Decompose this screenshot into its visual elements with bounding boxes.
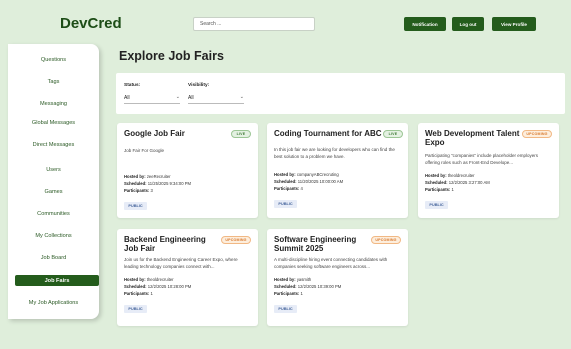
page-title: Explore Job Fairs <box>119 49 224 63</box>
chevron-down-icon: ⌄ <box>239 94 244 100</box>
visibility-chip: PUBLIC <box>425 201 448 209</box>
search-input[interactable] <box>193 17 315 31</box>
hosted-by: Hosted by: yasmith <box>274 277 312 282</box>
scheduled-date: Scheduled: 12/2/2025 3:27:00 AM <box>425 180 490 185</box>
sidebar-item-job-fairs[interactable]: Job Fairs <box>15 275 99 286</box>
job-fair-card[interactable]: Web Development Talent Expo UPCOMING Par… <box>418 123 559 218</box>
job-fair-title[interactable]: Google Job Fair <box>124 129 222 138</box>
status-badge: LIVE <box>383 130 403 138</box>
sidebar-item-communities[interactable]: Communities <box>8 211 99 217</box>
scheduled-date: Scheduled: 12/2/2025 10:39:00 PM <box>274 284 342 289</box>
hosted-by: Hosted by: zeeRecruiter <box>124 174 171 179</box>
sidebar: Questions Tags Messaging Global Messages… <box>8 44 99 319</box>
status-badge: UPCOMING <box>221 236 251 244</box>
participants-count: Participants: 3 <box>124 188 153 193</box>
status-filter-select[interactable]: All ⌄ <box>124 92 180 104</box>
job-fair-card[interactable]: Backend Engineering Job Fair UPCOMING Jo… <box>117 229 258 326</box>
participants-count: Participants: 1 <box>274 291 303 296</box>
job-fair-title[interactable]: Coding Tournament for ABC <box>274 129 389 138</box>
hosted-by: Hosted by: theoldrecruiter <box>124 277 174 282</box>
status-badge: UPCOMING <box>371 236 401 244</box>
job-fair-title[interactable]: Web Development Talent Expo <box>425 129 523 147</box>
job-fair-title[interactable]: Backend Engineering Job Fair <box>124 235 222 253</box>
visibility-chip: PUBLIC <box>274 200 297 208</box>
participants-count: Participants: 1 <box>124 291 153 296</box>
sidebar-item-users[interactable]: Users <box>8 167 99 173</box>
job-fair-card[interactable]: Coding Tournament for ABC LIVE In this j… <box>267 123 408 218</box>
filter-panel: Status: All ⌄ Visibility: All ⌄ <box>116 73 565 114</box>
visibility-chip: PUBLIC <box>124 305 147 313</box>
participants-count: Participants: 4 <box>274 186 303 191</box>
job-fair-card[interactable]: Google Job Fair LIVE Job Fair For Google… <box>117 123 258 218</box>
status-filter-value: All <box>124 94 130 101</box>
sidebar-item-questions[interactable]: Questions <box>8 57 99 63</box>
view-profile-button[interactable]: View Profile <box>492 17 536 31</box>
scheduled-date: Scheduled: 12/2/2025 10:28:00 PM <box>124 284 192 289</box>
sidebar-item-direct-messages[interactable]: Direct Messages <box>8 142 99 148</box>
visibility-chip: PUBLIC <box>124 202 147 210</box>
sidebar-item-games[interactable]: Games <box>8 189 99 195</box>
sidebar-item-job-board[interactable]: Job Board <box>8 255 99 261</box>
job-fair-description: Job Fair For Google <box>124 148 165 153</box>
job-fair-card[interactable]: Software Engineering Summit 2025 UPCOMIN… <box>267 229 408 326</box>
sidebar-item-tags[interactable]: Tags <box>8 79 99 85</box>
job-fair-description: In this job fair we are looking for deve… <box>274 147 395 159</box>
visibility-filter-label: Visibility: <box>188 83 210 88</box>
app-logo[interactable]: DevCred <box>60 15 122 32</box>
hosted-by: Hosted by: companyABCrecruting <box>274 172 339 177</box>
hosted-by: Hosted by: theoldrecruiter <box>425 173 475 178</box>
sidebar-item-my-collections[interactable]: My Collections <box>8 233 99 239</box>
status-badge: LIVE <box>231 130 251 138</box>
sidebar-item-messaging[interactable]: Messaging <box>8 101 99 107</box>
sidebar-item-global-messages[interactable]: Global Messages <box>8 120 99 126</box>
visibility-chip: PUBLIC <box>274 305 297 313</box>
scheduled-date: Scheduled: 11/20/2025 10:00:00 AM <box>274 179 344 184</box>
job-fair-description: Join us for the Backend Engineering Care… <box>124 257 238 269</box>
top-bar: DevCred Notification Log out View Profil… <box>0 0 571 44</box>
job-fair-title[interactable]: Software Engineering Summit 2025 <box>274 235 372 253</box>
status-filter-label: Status: <box>124 83 141 88</box>
status-badge: UPCOMING <box>522 130 552 138</box>
participants-count: Participants: 1 <box>425 187 454 192</box>
visibility-filter-value: All <box>188 94 194 101</box>
job-fair-description: Participating "companies" include placeh… <box>425 153 539 165</box>
notification-button[interactable]: Notification <box>404 17 446 31</box>
sidebar-item-my-job-applications[interactable]: My Job Applications <box>8 300 99 306</box>
scheduled-date: Scheduled: 11/25/2025 9:34:00 PM <box>124 181 191 186</box>
main-content: Explore Job Fairs Status: All ⌄ Visibili… <box>110 44 571 341</box>
job-fair-description: A multi-discipline hiring event connecti… <box>274 257 388 269</box>
chevron-down-icon: ⌄ <box>175 94 180 100</box>
logout-button[interactable]: Log out <box>452 17 484 31</box>
visibility-filter-select[interactable]: All ⌄ <box>188 92 244 104</box>
